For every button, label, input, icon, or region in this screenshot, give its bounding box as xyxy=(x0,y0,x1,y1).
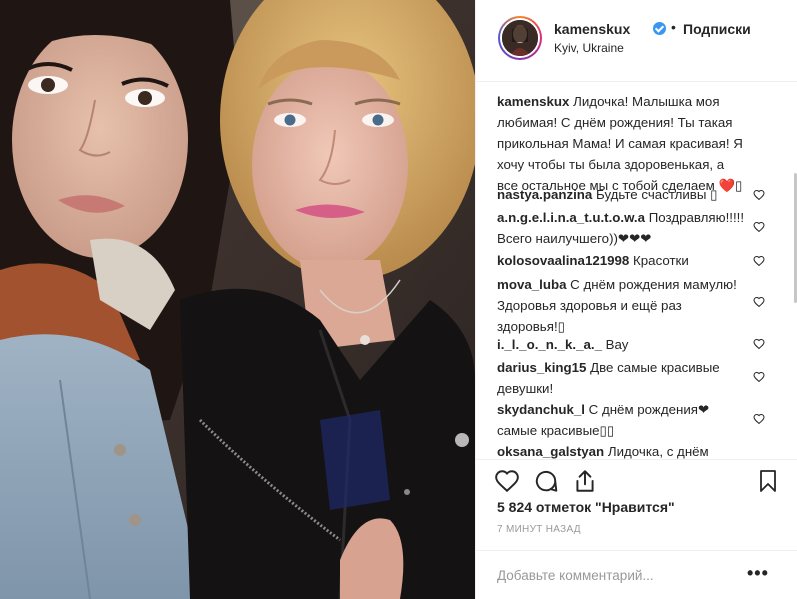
comment-text: Красотки xyxy=(633,253,689,268)
likes-count[interactable]: 5 824 отметок "Нравится" xyxy=(497,499,675,515)
location-link[interactable]: Kyiv, Ukraine xyxy=(554,41,624,55)
instagram-post: kamenskux • Подписки Kyiv, Ukraine kamen… xyxy=(0,0,797,599)
caption: kamenskux Лидочка! Малышка моя любимая! … xyxy=(497,91,745,196)
comment-like-heart-icon[interactable] xyxy=(753,189,765,201)
follow-button[interactable]: Подписки xyxy=(683,21,751,37)
bookmark-icon[interactable] xyxy=(756,468,780,494)
comment-icon[interactable] xyxy=(533,468,559,494)
post-actions: 5 824 отметок "Нравится" 7 МИНУТ НАЗАД •… xyxy=(476,459,797,599)
comment-text: Будьте счастливы ▯ xyxy=(596,187,718,202)
comment-username[interactable]: darius_king15 xyxy=(497,360,586,375)
story-ring[interactable] xyxy=(498,16,542,60)
more-options-icon[interactable]: ••• xyxy=(747,563,769,584)
avatar-image xyxy=(502,20,538,56)
comment-username[interactable]: i._l._o._n._k._a._ xyxy=(497,337,602,352)
add-comment-input[interactable] xyxy=(497,565,737,585)
comment-item: darius_king15 Две самые красивые девушки… xyxy=(497,357,745,399)
comment-text: Лидочка, с днём xyxy=(607,444,709,459)
comment-username[interactable]: skydanchuk_l xyxy=(497,402,585,417)
header-username[interactable]: kamenskux xyxy=(554,21,630,37)
share-icon[interactable] xyxy=(572,468,598,494)
comment-item: a.n.g.e.l.i.n.a_t.u.t.o.w.a Поздравляю!!… xyxy=(497,207,745,249)
comment-item: mova_luba С днём рождения мамулю! Здоров… xyxy=(497,274,745,337)
separator-dot: • xyxy=(671,19,676,35)
comment-like-heart-icon[interactable] xyxy=(753,221,765,233)
comment-like-heart-icon[interactable] xyxy=(753,296,765,308)
comment-like-heart-icon[interactable] xyxy=(753,413,765,425)
post-photo[interactable] xyxy=(0,0,475,599)
comment-like-heart-icon[interactable] xyxy=(753,371,765,383)
comment-item: i._l._o._n._k._a._ Вау xyxy=(497,334,745,355)
post-timestamp[interactable]: 7 МИНУТ НАЗАД xyxy=(497,524,581,535)
post-header: kamenskux • Подписки Kyiv, Ukraine xyxy=(476,0,797,82)
comment-username[interactable]: oksana_galstyan xyxy=(497,444,604,459)
comment-like-heart-icon[interactable] xyxy=(753,338,765,350)
post-details-panel: kamenskux • Подписки Kyiv, Ukraine kamen… xyxy=(475,0,797,599)
verified-badge-icon xyxy=(653,22,666,35)
selfie-image xyxy=(0,0,475,599)
comment-item: skydanchuk_l С днём рождения❤ самые крас… xyxy=(497,399,745,441)
comment-item: kolosovaalina121998 Красотки xyxy=(497,250,745,271)
comment-item: nastya.panzina Будьте счастливы ▯ xyxy=(497,184,745,205)
comment-item: oksana_galstyan Лидочка, с днём xyxy=(497,441,745,459)
comment-like-heart-icon[interactable] xyxy=(753,255,765,267)
heart-icon[interactable] xyxy=(494,468,520,494)
comment-username[interactable]: kolosovaalina121998 xyxy=(497,253,629,268)
comment-text: Вау xyxy=(605,337,629,352)
caption-username[interactable]: kamenskux xyxy=(497,94,569,109)
comments-list[interactable]: kamenskux Лидочка! Малышка моя любимая! … xyxy=(476,83,797,459)
avatar[interactable] xyxy=(500,18,540,58)
add-comment-bar: ••• xyxy=(476,550,797,599)
comment-username[interactable]: a.n.g.e.l.i.n.a_t.u.t.o.w.a xyxy=(497,210,645,225)
comment-username[interactable]: nastya.panzina xyxy=(497,187,592,202)
comment-username[interactable]: mova_luba xyxy=(497,277,566,292)
